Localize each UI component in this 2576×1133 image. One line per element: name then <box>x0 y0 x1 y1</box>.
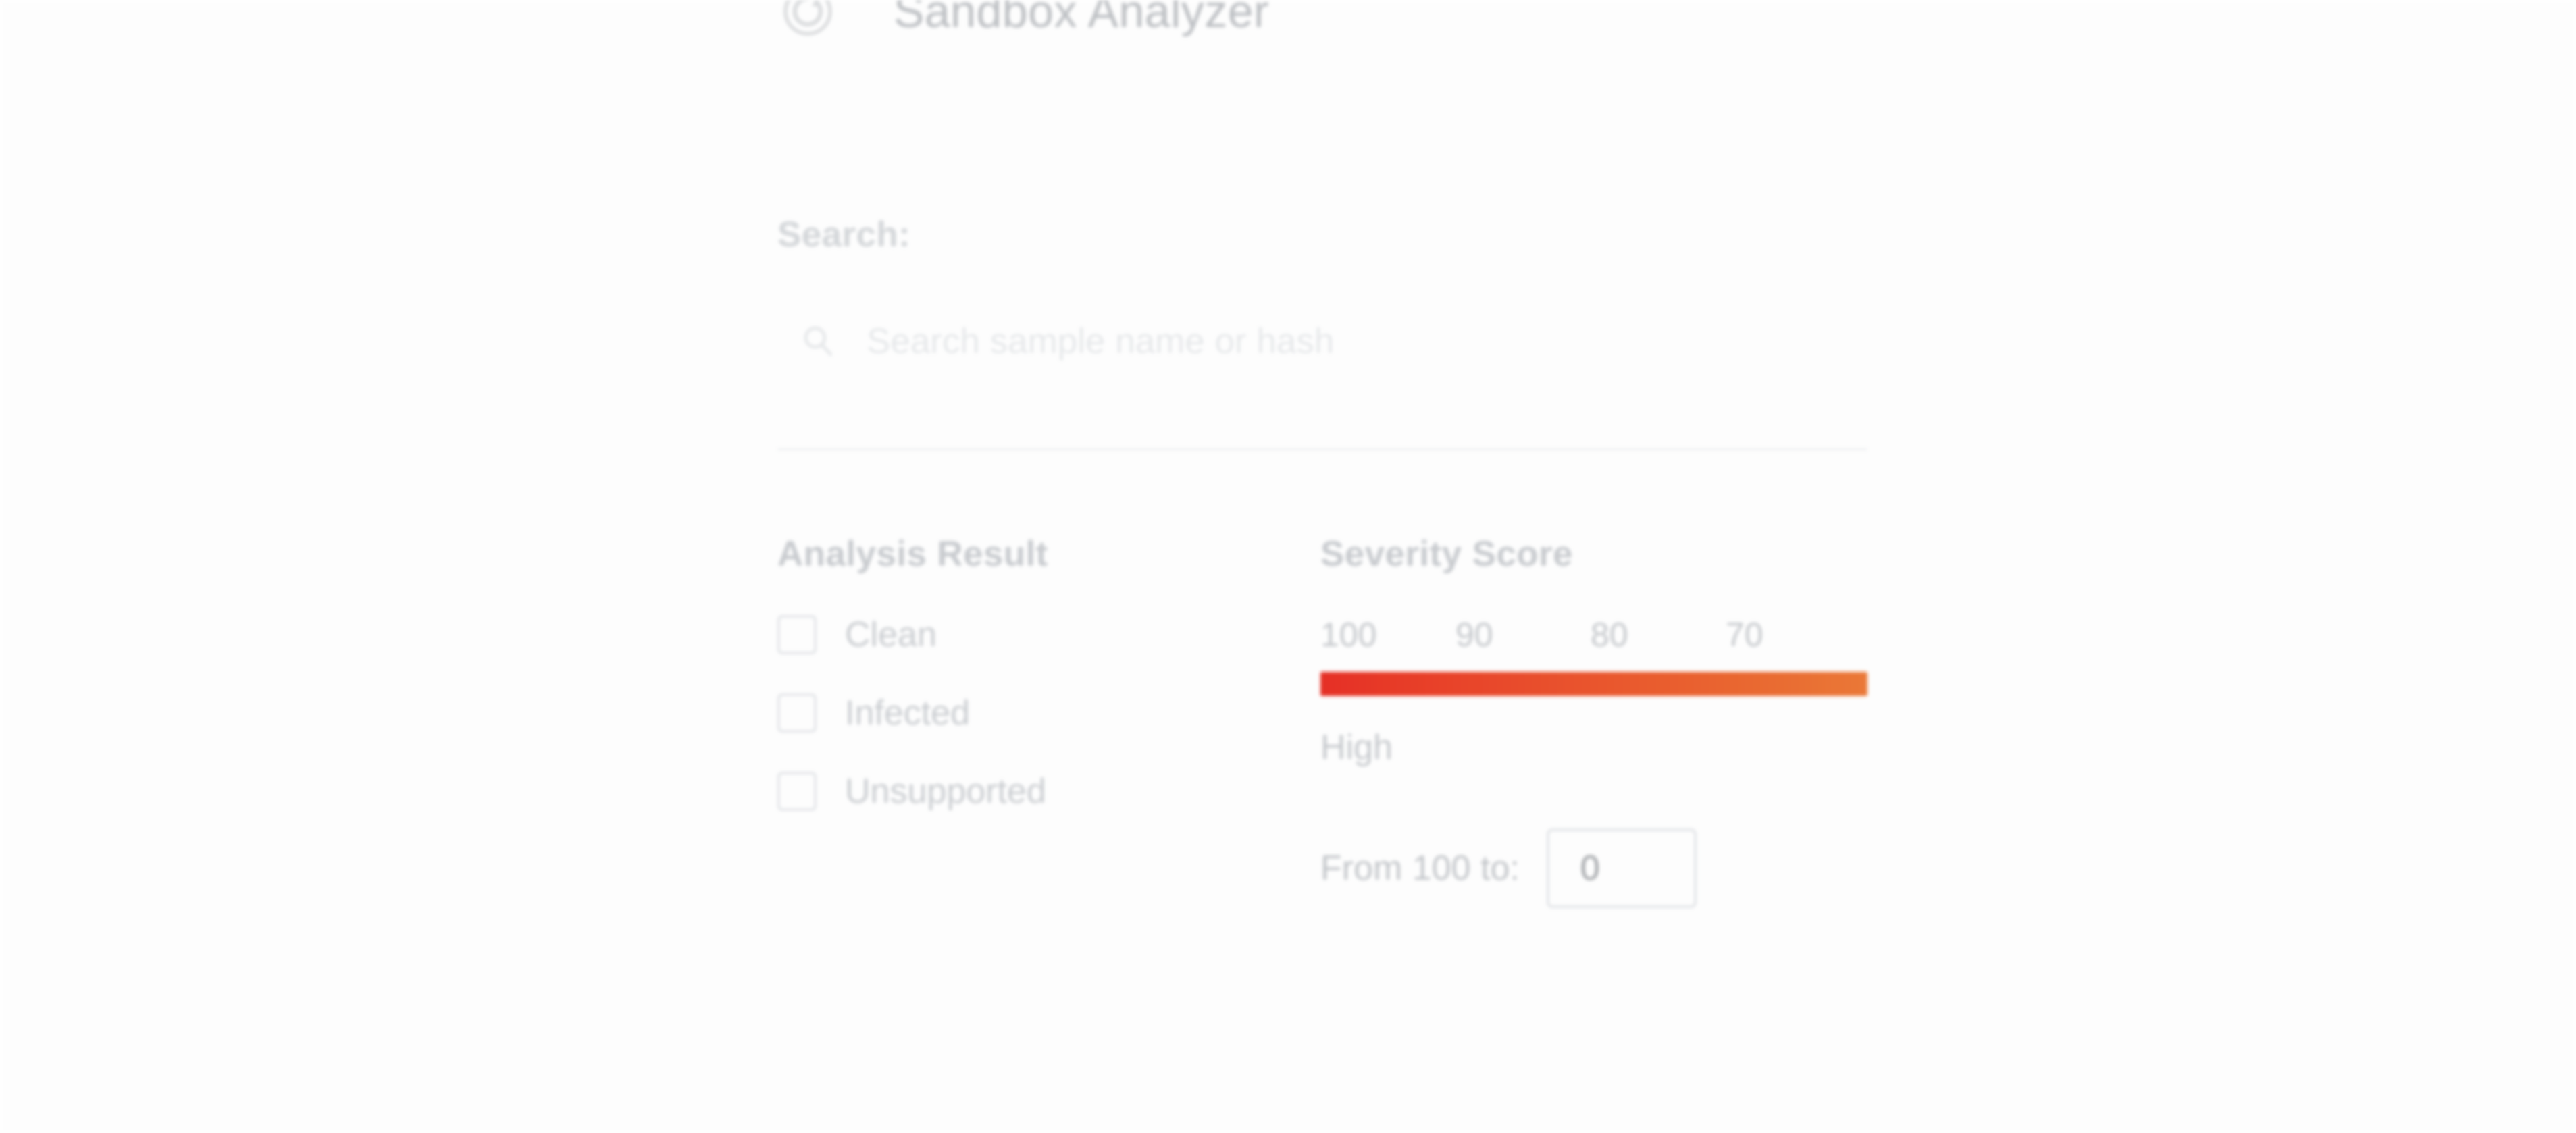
app-header: Sandbox Analyzer <box>781 0 1269 49</box>
search-input-placeholder: Search sample name or hash <box>867 321 1335 361</box>
analysis-result-options: Clean Infected Unsupported <box>777 615 1264 811</box>
search-input[interactable]: Search sample name or hash <box>799 312 1334 370</box>
severity-range-to-value: 0 <box>1580 849 1600 888</box>
checkbox-row-clean[interactable]: Clean <box>777 615 1264 654</box>
search-icon <box>799 322 837 360</box>
severity-tick-90: 90 <box>1456 616 1493 654</box>
checkbox-row-infected[interactable]: Infected <box>777 693 1264 733</box>
checkbox-row-unsupported[interactable]: Unsupported <box>777 772 1264 811</box>
page-title: Sandbox Analyzer <box>894 0 1270 37</box>
checkbox-clean[interactable] <box>777 615 817 654</box>
severity-gradient-bar[interactable] <box>1320 672 1867 696</box>
severity-tick-100: 100 <box>1320 616 1377 654</box>
checkbox-label-unsupported: Unsupported <box>845 772 1046 811</box>
sandbox-analyzer-filter-panel: Sandbox Analyzer Search: Search sample n… <box>740 0 1867 1133</box>
header-divider <box>777 448 1867 450</box>
screenshot-stage: Sandbox Analyzer Search: Search sample n… <box>0 0 2576 1133</box>
search-label: Search: <box>777 215 911 255</box>
severity-score-title: Severity Score <box>1320 534 1573 574</box>
checkbox-infected[interactable] <box>777 693 817 733</box>
severity-tick-80: 80 <box>1591 616 1628 654</box>
severity-level-label: High <box>1320 728 1393 767</box>
severity-range-to-input[interactable]: 0 <box>1546 828 1697 908</box>
checkbox-label-infected: Infected <box>845 693 971 733</box>
severity-range-label: From 100 to: <box>1320 849 1520 888</box>
analysis-result-title: Analysis Result <box>777 534 1048 574</box>
severity-tick-70: 70 <box>1726 616 1763 654</box>
analysis-result-section: Analysis Result Clean Infected Unsupport… <box>777 533 1264 850</box>
severity-scale-ticks: 100 90 80 70 <box>1320 615 1867 654</box>
refresh-circle-icon <box>781 0 834 38</box>
severity-score-section: Severity Score 100 90 80 70 High From 10… <box>1320 533 1867 910</box>
checkbox-unsupported[interactable] <box>777 772 817 811</box>
checkbox-label-clean: Clean <box>845 615 937 654</box>
severity-range-row: From 100 to: 0 <box>1320 827 1867 910</box>
